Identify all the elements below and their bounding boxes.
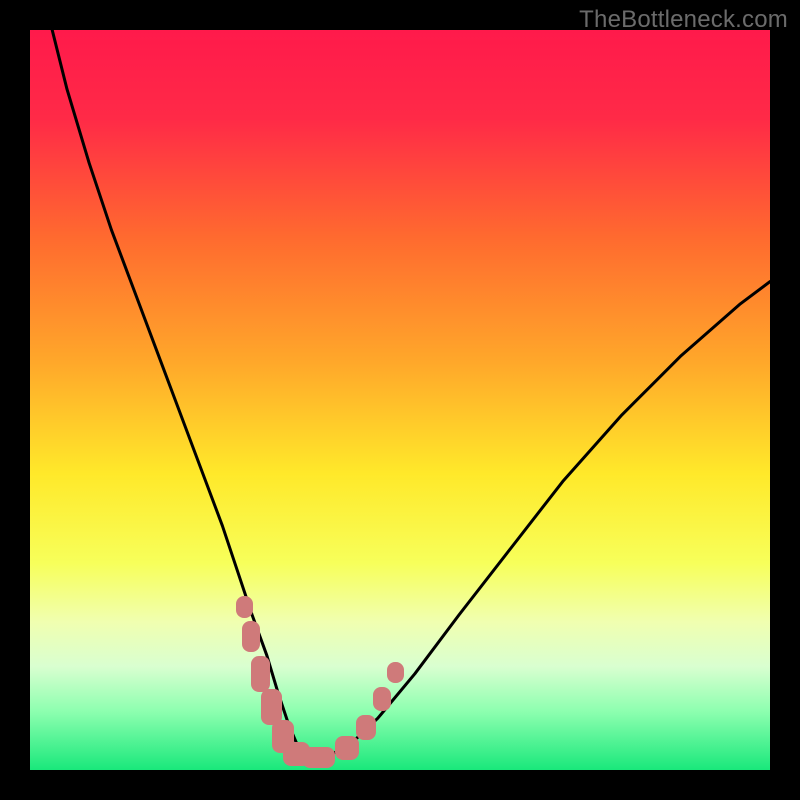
bottleneck-curve bbox=[30, 30, 770, 770]
curve-marker bbox=[387, 662, 403, 683]
curve-marker bbox=[251, 656, 270, 692]
curve-marker bbox=[242, 621, 260, 652]
curve-marker bbox=[302, 747, 335, 768]
curve-marker bbox=[236, 596, 252, 618]
plot-area bbox=[30, 30, 770, 770]
chart-frame: TheBottleneck.com bbox=[0, 0, 800, 800]
curve-marker bbox=[373, 687, 391, 711]
curve-marker bbox=[356, 715, 377, 740]
curve-marker bbox=[335, 736, 359, 760]
watermark-text: TheBottleneck.com bbox=[579, 6, 788, 34]
